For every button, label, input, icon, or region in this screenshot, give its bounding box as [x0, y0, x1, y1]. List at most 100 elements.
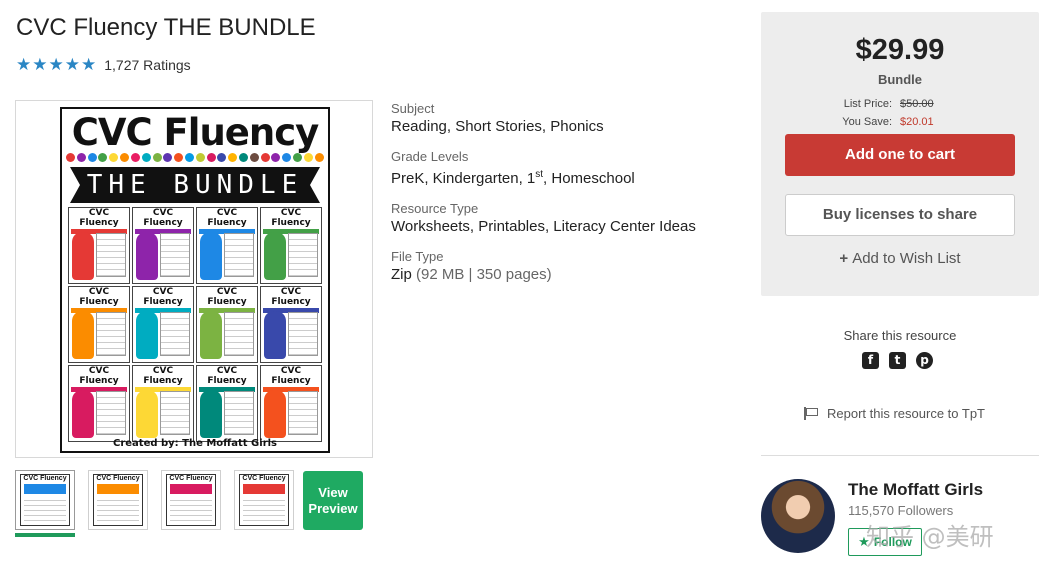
- list-price-label: List Price:: [843, 98, 892, 110]
- cover-grid: CVC Fluency CVC Fluency CVC Fluency CVC Flu…: [68, 207, 322, 442]
- star-icon: ★: [64, 55, 80, 74]
- facebook-icon[interactable]: f: [862, 352, 879, 369]
- product-cover: CVC Fluency THE BUNDLE CVC Fluency CVC Fl…: [60, 107, 330, 453]
- cover-dot: [206, 153, 216, 162]
- star-icon: ★: [81, 55, 97, 74]
- cover-tile-figure: [200, 311, 222, 359]
- star-icon: ★: [48, 55, 64, 74]
- subject-label: Subject: [391, 101, 435, 116]
- seller-name[interactable]: The Moffatt Girls: [848, 480, 983, 500]
- cover-tile-worksheet: [224, 233, 254, 277]
- thumbnail-worksheet: [170, 496, 212, 522]
- report-label: Report this resource to TpT: [827, 406, 985, 421]
- report-link[interactable]: Report this resource to TpT: [803, 406, 985, 421]
- cover-dot: [217, 153, 227, 162]
- view-preview-button[interactable]: View Preview: [303, 471, 363, 530]
- cover-dot: [195, 153, 205, 162]
- resource-type-label: Resource Type: [391, 201, 479, 216]
- rating[interactable]: ★ ★ ★ ★ ★ 1,727 Ratings: [16, 56, 191, 73]
- cover-tile: CVC Fluency: [68, 286, 130, 363]
- pinterest-icon[interactable]: p: [916, 352, 933, 369]
- thumbnail[interactable]: CVC Fluency: [234, 470, 294, 530]
- file-type-value: Zip (92 MB | 350 pages): [391, 265, 741, 284]
- cover-dot: [152, 153, 162, 162]
- plus-icon: +: [839, 250, 849, 267]
- add-to-wish-list-link[interactable]: + Add to Wish List: [761, 250, 1039, 267]
- preview-label-line1: View: [318, 484, 348, 500]
- thumbnail[interactable]: CVC Fluency: [15, 470, 75, 530]
- cover-dot: [314, 153, 324, 162]
- cover-title: CVC Fluency: [71, 111, 320, 154]
- cover-dot: [98, 153, 108, 162]
- subject-value[interactable]: Reading, Short Stories, Phonics: [391, 117, 741, 136]
- cover-tile-worksheet: [96, 312, 126, 356]
- thumbnail-image: CVC Fluency: [20, 474, 70, 526]
- cover-tile-title: CVC Fluency: [143, 208, 183, 228]
- thumbnail-banner: [170, 484, 212, 494]
- cover-tile-figure: [200, 232, 222, 280]
- grade-value[interactable]: PreK, Kindergarten, 1st, Homeschool: [391, 165, 741, 188]
- cover-tile-figure: [136, 232, 158, 280]
- savings-value: $20.01: [900, 116, 934, 128]
- product-details: Subject Reading, Short Stories, Phonics …: [391, 101, 741, 297]
- product-main-image[interactable]: CVC Fluency THE BUNDLE CVC Fluency CVC Fl…: [15, 100, 373, 458]
- cover-tile-figure: [136, 390, 158, 438]
- rating-stars: ★ ★ ★ ★ ★: [16, 56, 96, 73]
- cover-tile-figure: [264, 390, 286, 438]
- cover-tile-worksheet: [288, 312, 318, 356]
- cover-tile-worksheet: [160, 391, 190, 435]
- cover-tile-figure: [72, 232, 94, 280]
- cover-dot: [293, 153, 303, 162]
- list-price-row: List Price: $50.00: [761, 98, 1039, 110]
- add-to-cart-button[interactable]: Add one to cart: [785, 134, 1015, 176]
- active-thumbnail-indicator: [15, 533, 75, 537]
- divider: [761, 455, 1039, 456]
- rating-count[interactable]: 1,727 Ratings: [104, 57, 190, 73]
- cover-tile-figure: [72, 390, 94, 438]
- grade-label: Grade Levels: [391, 149, 469, 164]
- thumbnail-title: CVC Fluency: [169, 475, 213, 482]
- cover-tile-figure: [264, 311, 286, 359]
- cover-tile-worksheet: [96, 391, 126, 435]
- file-details: (92 MB | 350 pages): [411, 266, 552, 283]
- thumbnail-banner: [97, 484, 139, 494]
- thumbnail-worksheet: [24, 496, 66, 522]
- cover-tile: CVC Fluency: [132, 286, 194, 363]
- watermark: 知乎 @美研: [866, 523, 994, 551]
- cover-tile-title: CVC Fluency: [207, 208, 247, 228]
- file-type-label: File Type: [391, 249, 444, 264]
- cover-dots: [66, 153, 324, 162]
- share-label: Share this resource: [843, 328, 957, 343]
- cover-dot: [184, 153, 194, 162]
- cover-dot: [228, 153, 238, 162]
- thumbnail-title: CVC Fluency: [23, 475, 67, 482]
- thumbnail-image: CVC Fluency: [93, 474, 143, 526]
- buy-licenses-button[interactable]: Buy licenses to share: [785, 194, 1015, 236]
- thumbnail-title: CVC Fluency: [96, 475, 140, 482]
- cover-tile-title: CVC Fluency: [271, 208, 311, 228]
- cover-dot: [163, 153, 173, 162]
- resource-type-value[interactable]: Worksheets, Printables, Literacy Center …: [391, 217, 741, 236]
- share-icons: f t p: [862, 352, 933, 369]
- thumbnail[interactable]: CVC Fluency: [161, 470, 221, 530]
- cover-tile: CVC Fluency: [68, 207, 130, 284]
- list-price-value: $50.00: [900, 98, 934, 110]
- savings-row: You Save: $20.01: [761, 116, 1039, 128]
- buy-panel: $29.99 Bundle List Price: $50.00 You Sav…: [761, 12, 1039, 296]
- grade-value-sup: st: [535, 169, 544, 180]
- cover-dot: [260, 153, 270, 162]
- star-icon: ★: [16, 55, 32, 74]
- cover-tile-worksheet: [160, 233, 190, 277]
- twitter-icon[interactable]: t: [889, 352, 906, 369]
- seller-avatar[interactable]: [761, 479, 835, 553]
- cover-tile-worksheet: [160, 312, 190, 356]
- cover-tile-title: CVC Fluency: [207, 366, 247, 386]
- cover-tile-worksheet: [224, 391, 254, 435]
- seller-followers: 115,570 Followers: [848, 503, 954, 518]
- cover-dot: [249, 153, 259, 162]
- thumbnail[interactable]: CVC Fluency: [88, 470, 148, 530]
- cover-tile-title: CVC Fluency: [207, 287, 247, 307]
- thumbnail-image: CVC Fluency: [239, 474, 289, 526]
- cover-dot: [271, 153, 281, 162]
- price-type: Bundle: [877, 72, 923, 87]
